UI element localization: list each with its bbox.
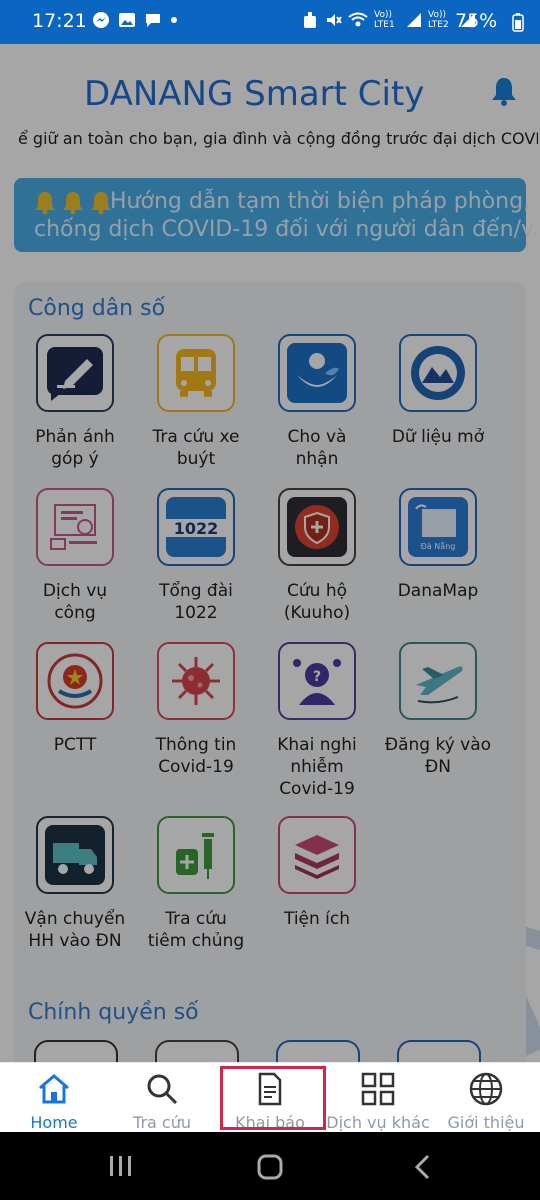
notice-line-2: chống dịch COVID-19 đối với người dân đế… (34, 217, 540, 242)
back-icon[interactable] (412, 1154, 432, 1180)
svg-text:?: ? (313, 669, 321, 685)
tile-give-receive[interactable]: Cho và nhận (257, 334, 377, 504)
tile-label: Khai nghi nhiễm Covid-19 (277, 735, 357, 799)
open-data-icon (399, 334, 477, 412)
notice-line-1: Hướng dẫn tạm thời biện pháp phòng, (110, 189, 531, 214)
mute-icon (327, 14, 342, 26)
messenger-icon (93, 12, 109, 28)
gov-tile-partial-4[interactable] (397, 1040, 481, 1064)
bells-emoji (32, 190, 114, 216)
tap-highlight-box (220, 1066, 326, 1130)
gov-tile-partial-2[interactable] (155, 1040, 239, 1064)
hotline-icon: 1022 (157, 488, 235, 566)
tile-label: Vận chuyển HH vào ĐN (24, 909, 126, 951)
nav-other-services[interactable]: Dịch vụ khác (324, 1063, 432, 1133)
svg-text:1022: 1022 (174, 519, 219, 538)
section-title-digital-government: Chính quyền số (28, 1000, 199, 1025)
alarm-icon (304, 12, 316, 28)
tile-feedback[interactable]: Phản ánh góp ý (15, 334, 135, 504)
give-receive-icon (278, 334, 356, 412)
tile-pctt[interactable]: PCTT (15, 642, 135, 812)
tile-public-service[interactable]: Dịch vụ công (15, 488, 135, 658)
home-icon (39, 1074, 69, 1104)
app-content: DANANG Smart City ể giữ an toàn cho bạn,… (0, 44, 540, 1064)
status-time: 17:21 (32, 10, 87, 32)
app-title: DANANG Smart City (84, 74, 425, 114)
lte2-signal: Vo)) LTE2 (428, 10, 449, 30)
tile-open-data[interactable]: Dữ liệu mở (378, 334, 498, 504)
home-button-icon[interactable] (256, 1154, 284, 1180)
marquee-text: ể giữ an toàn cho bạn, gia đình và cộng … (18, 129, 538, 148)
system-icons: Vo)) LTE1 Vo)) LTE2 (302, 10, 476, 30)
battery-level: 75% (455, 10, 498, 32)
disaster-prevention-icon (36, 642, 114, 720)
grid-icon (361, 1072, 395, 1106)
tile-label: Dữ liệu mở (391, 427, 485, 447)
tile-label: Thông tin Covid-19 (155, 735, 237, 777)
nav-home[interactable]: Home (0, 1063, 108, 1133)
truck-icon (36, 816, 114, 894)
covid-notice-banner[interactable]: Hướng dẫn tạm thời biện pháp phòng, chốn… (14, 178, 540, 252)
wifi-icon (348, 12, 368, 27)
globe-icon (469, 1072, 503, 1106)
virus-icon (157, 642, 235, 720)
tile-covid-info[interactable]: Thông tin Covid-19 (136, 642, 256, 812)
recent-apps-icon[interactable] (108, 1154, 134, 1178)
rescue-icon (278, 488, 356, 566)
bell-emoji-icon (35, 192, 55, 215)
bus-icon (157, 334, 235, 412)
tile-danamap[interactable]: Đà Nẵng DanaMap (378, 488, 498, 658)
tile-vaccine-lookup[interactable]: Tra cứu tiêm chủng (136, 816, 256, 986)
nav-about[interactable]: Giới thiệu (432, 1063, 540, 1133)
tile-label: PCTT (53, 735, 97, 755)
tile-label: DanaMap (397, 581, 479, 601)
tile-label: Dịch vụ công (42, 581, 108, 623)
gallery-icon (119, 13, 135, 27)
tile-covid-suspect[interactable]: ? Khai nghi nhiễm Covid-19 (257, 642, 377, 812)
public-service-icon (36, 488, 114, 566)
tile-utilities[interactable]: Tiện ích (257, 816, 377, 986)
nav-label: Dịch vụ khác (326, 1113, 430, 1132)
signal1-icon (407, 13, 421, 27)
feedback-icon (36, 334, 114, 412)
tile-bus-lookup[interactable]: Tra cứu xe buýt (136, 334, 256, 504)
nav-label: Home (30, 1113, 78, 1132)
tile-label: Tiện ích (283, 909, 351, 929)
tile-hotline-1022[interactable]: 1022 Tổng đài 1022 (136, 488, 256, 658)
nav-label: Giới thiệu (447, 1113, 525, 1132)
tile-label: Phản ánh góp ý (35, 427, 115, 469)
gov-tile-partial-1[interactable] (34, 1040, 118, 1064)
tile-label: Đăng ký vào ĐN (384, 735, 492, 777)
nav-lookup[interactable]: Tra cứu (108, 1063, 216, 1133)
suspect-icon: ? (278, 642, 356, 720)
tile-label: Tổng đài 1022 (159, 581, 233, 623)
lte1-signal: Vo)) LTE1 (374, 10, 395, 30)
vaccine-icon (157, 816, 235, 894)
bell-icon[interactable] (488, 75, 520, 107)
map-icon: Đà Nẵng (399, 488, 477, 566)
tile-label: Cho và nhận (287, 427, 347, 469)
dot-icon (171, 17, 177, 23)
notification-icons (92, 11, 178, 29)
layers-icon (278, 816, 356, 894)
section-title-digital-citizen: Công dân số (28, 296, 166, 321)
system-navigation-bar (0, 1132, 540, 1200)
tile-register-entry[interactable]: Đăng ký vào ĐN (378, 642, 498, 812)
search-icon (147, 1074, 178, 1105)
tile-label: Cứu hộ (Kuuho) (283, 581, 351, 623)
bell-emoji-icon (63, 192, 83, 215)
battery-icon (512, 13, 524, 32)
tile-label: Tra cứu xe buýt (152, 427, 240, 469)
status-bar: 17:21 Vo)) LTE1 Vo)) LTE2 75% (0, 0, 540, 44)
tile-rescue[interactable]: Cứu hộ (Kuuho) (257, 488, 377, 658)
svg-text:Đà Nẵng: Đà Nẵng (421, 541, 456, 551)
chat-icon (146, 14, 160, 27)
plane-icon (399, 642, 477, 720)
nav-label: Tra cứu (133, 1113, 191, 1132)
tile-goods-transport[interactable]: Vận chuyển HH vào ĐN (15, 816, 135, 986)
tile-label: Tra cứu tiêm chủng (147, 909, 245, 951)
gov-tile-partial-3[interactable] (276, 1040, 360, 1064)
